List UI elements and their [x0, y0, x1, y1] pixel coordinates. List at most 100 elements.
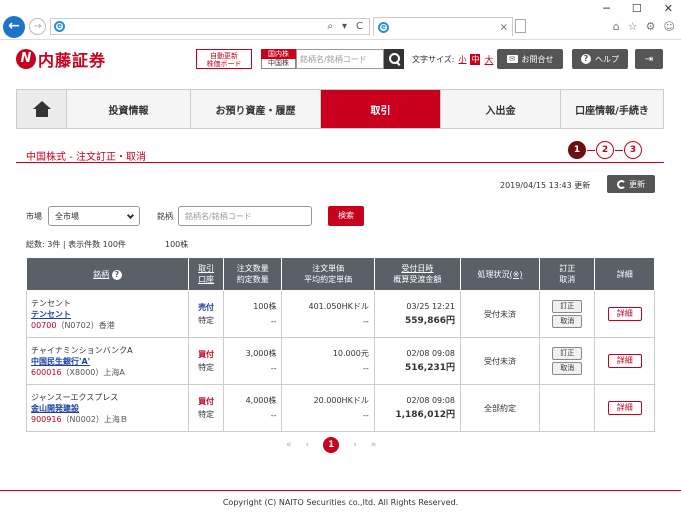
- avg-price: --: [363, 411, 369, 420]
- issue-link[interactable]: 金山開発建設: [31, 403, 188, 414]
- filled-qty: --: [270, 364, 277, 373]
- header-search-input[interactable]: 銘柄名/銘柄コード: [296, 49, 384, 69]
- issue-link[interactable]: 中国民生銀行'A': [31, 356, 188, 367]
- market-domestic[interactable]: 国内株: [261, 49, 296, 59]
- col-side[interactable]: 取引 口座: [188, 257, 224, 291]
- font-size-large[interactable]: 大: [484, 53, 493, 66]
- new-tab-icon[interactable]: [515, 19, 526, 33]
- auto-update-label: 自動更新: [210, 52, 238, 60]
- issue-link[interactable]: テンセント: [31, 309, 188, 320]
- nav-assets-history[interactable]: お預り資産・履歴: [191, 90, 321, 128]
- detail-button[interactable]: 詳細: [607, 354, 642, 368]
- filled-qty: --: [270, 317, 277, 326]
- issue-kana: ジャンスーエクスプレス: [31, 392, 119, 402]
- result-extra: 100株: [165, 240, 189, 249]
- current-page[interactable]: 1: [323, 437, 340, 453]
- back-icon[interactable]: ←: [3, 16, 25, 38]
- copyright: Copyright (C) NAITO Securities co.,ltd. …: [222, 498, 459, 507]
- account-type: 特定: [198, 410, 215, 419]
- title-divider: [16, 162, 664, 163]
- issue-code: 00700: [31, 320, 57, 330]
- nav-home[interactable]: [17, 90, 67, 128]
- search-button[interactable]: 検索: [328, 206, 364, 226]
- updated-timestamp: 2019/04/15 13:43 更新: [500, 181, 591, 190]
- help-label: ヘルプ: [595, 54, 619, 64]
- favorites-icon[interactable]: ☆: [628, 20, 638, 33]
- footer-divider: [0, 490, 681, 491]
- order-datetime: 03/25 12:21: [406, 302, 456, 311]
- logo-text: 内藤証券: [38, 51, 107, 70]
- col-modify: 訂正 取消: [539, 257, 596, 291]
- help-icon[interactable]: ?: [111, 269, 122, 280]
- order-price: 10.000元: [332, 349, 369, 358]
- nav-account-info[interactable]: 口座情報/手続き: [561, 90, 663, 128]
- cancel-button[interactable]: 取消: [552, 315, 583, 328]
- market-china[interactable]: 中国株: [261, 59, 296, 69]
- logo[interactable]: N 内藤証券: [16, 47, 106, 71]
- next-page-icon[interactable]: ›: [353, 440, 357, 450]
- step-indicator: 1 2 3: [568, 141, 642, 159]
- auto-update-board-button[interactable]: 自動更新 株価ボード: [196, 49, 252, 69]
- market-select[interactable]: 全市場: [48, 206, 140, 226]
- issue-code: 900916: [31, 414, 62, 424]
- maximize-icon[interactable]: ☐: [632, 2, 642, 15]
- close-window-icon[interactable]: ✕: [664, 2, 673, 15]
- nav-deposit-withdraw[interactable]: 入出金: [441, 90, 561, 128]
- minimize-icon[interactable]: ─: [603, 2, 610, 15]
- smiley-icon[interactable]: ☺: [664, 20, 675, 33]
- ie-icon: e: [378, 21, 389, 33]
- logout-button[interactable]: ⇥: [635, 49, 663, 69]
- search-icon[interactable]: ⌕: [327, 21, 333, 32]
- contact-button[interactable]: ✉ お問合せ: [497, 49, 563, 69]
- first-page-icon[interactable]: «: [286, 440, 292, 450]
- nav-trade[interactable]: 取引: [321, 90, 441, 128]
- issue-cell: ジャンスーエクスプレス 金山開発建設 900916（N0002）上海Ｂ: [25, 384, 190, 432]
- modify-cell: 訂正 取消: [539, 337, 596, 385]
- font-size-small[interactable]: 小: [458, 54, 466, 65]
- prev-page-icon[interactable]: ‹: [306, 440, 310, 450]
- table-row: ジャンスーエクスプレス 金山開発建設 900916（N0002）上海Ｂ 買付 特定 4,0…: [25, 384, 655, 432]
- detail-button[interactable]: 詳細: [607, 401, 642, 415]
- col-detail: 詳細: [594, 257, 655, 291]
- col-date[interactable]: 受付日時 概算受渡金額: [373, 257, 462, 291]
- issue-label: 銘柄: [157, 212, 173, 221]
- status-cell: 受付未済: [460, 337, 541, 385]
- address-bar[interactable]: e ⌕ ▾ C: [50, 18, 370, 35]
- forward-icon[interactable]: →: [29, 18, 46, 35]
- issue-search-input[interactable]: 銘柄名/銘柄コード: [178, 206, 312, 226]
- nav-investment-info[interactable]: 投資情報: [67, 90, 191, 128]
- detail-cell: 詳細: [594, 384, 655, 432]
- col-qty-label: 注文数量: [236, 264, 269, 273]
- refresh-button[interactable]: 更新: [607, 175, 655, 193]
- status-note-link[interactable]: (※): [510, 270, 523, 279]
- status-cell: 受付未済: [460, 290, 541, 338]
- cancel-button[interactable]: 取消: [552, 362, 583, 375]
- home-icon[interactable]: ⌂: [613, 20, 620, 33]
- question-icon: ?: [581, 54, 591, 64]
- gear-icon[interactable]: ⚙: [646, 20, 656, 33]
- search-icon[interactable]: [384, 49, 404, 69]
- order-qty: 3,000株: [245, 349, 277, 358]
- browser-tab[interactable]: e ×: [373, 17, 513, 36]
- dropdown-icon[interactable]: ▾: [342, 21, 347, 32]
- font-size-medium[interactable]: 中: [470, 54, 481, 65]
- last-page-icon[interactable]: »: [371, 440, 377, 450]
- close-tab-icon[interactable]: ×: [500, 22, 508, 33]
- issue-market: （N0002）上海Ｂ: [61, 414, 128, 424]
- issue-kana: チャイナミンションバンクA: [31, 345, 133, 355]
- main-nav: 投資情報 お預り資産・履歴 取引 入出金 口座情報/手続き: [16, 89, 664, 129]
- site-header: N 内藤証券 自動更新 株価ボード 国内株 中国株 銘柄名/銘柄コード 文字サイ…: [0, 44, 681, 74]
- date-cell: 03/25 12:21 559,866円: [373, 290, 462, 338]
- price-cell: 20.000HKドル --: [281, 384, 375, 432]
- side-cell: 売付 特定: [188, 290, 224, 338]
- detail-button[interactable]: 詳細: [607, 307, 642, 321]
- help-button[interactable]: ? ヘルプ: [572, 49, 628, 69]
- reload-icon[interactable]: C: [356, 21, 363, 32]
- modify-button[interactable]: 訂正: [552, 300, 583, 313]
- market-toggle[interactable]: 国内株 中国株: [261, 49, 296, 69]
- step-3: 3: [624, 141, 642, 159]
- col-issue[interactable]: 銘柄 ?: [25, 257, 190, 291]
- table-row: テンセント テンセント 00700（N0702）香港 売付 特定 100株 -- 401.05…: [25, 290, 655, 338]
- price-cell: 10.000元 --: [281, 337, 375, 385]
- modify-button[interactable]: 訂正: [552, 347, 583, 360]
